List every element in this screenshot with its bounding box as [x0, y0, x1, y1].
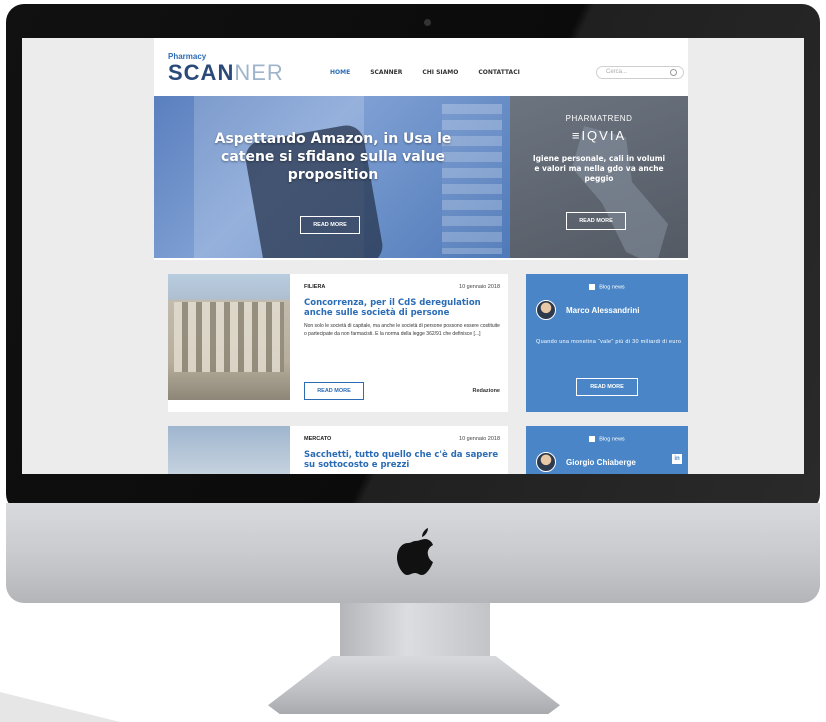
- blog-tag-label: Blog news: [599, 284, 625, 291]
- search-input[interactable]: Cerca...: [596, 66, 684, 79]
- article-date: 10 gennaio 2018: [459, 284, 500, 290]
- iqvia-logo: ≡IQVIA: [571, 128, 627, 143]
- article-date: 10 gennaio 2018: [459, 436, 500, 442]
- article-card: FILIERA 10 gennaio 2018 Concorrenza, per…: [168, 274, 508, 412]
- hero-main-article[interactable]: Aspettando Amazon, in Usa le catene si s…: [154, 96, 510, 258]
- pharmatrend-label: PHARMATREND: [565, 114, 633, 123]
- hero-side-article[interactable]: PHARMATREND ≡IQVIA Igiene personale, cal…: [510, 96, 688, 258]
- blog-square-icon: [589, 284, 596, 290]
- article-title[interactable]: Concorrenza, per il CdS deregulation anc…: [304, 298, 500, 318]
- main-nav: HOME SCANNER CHI SIAMO CONTATTACI: [330, 69, 520, 76]
- hero-section: Aspettando Amazon, in Usa le catene si s…: [154, 96, 688, 258]
- hero-read-more-button[interactable]: READ MORE: [300, 216, 360, 234]
- article-card: MERCATO 10 gennaio 2018 Sacchetti, tutto…: [168, 426, 508, 474]
- camera-icon: [424, 19, 431, 26]
- blog-read-more-button[interactable]: READ MORE: [576, 378, 638, 396]
- blog-quote[interactable]: Quando una monetina “vale” più di 30 mil…: [536, 338, 682, 346]
- hero-side-read-more-button[interactable]: READ MORE: [566, 212, 626, 230]
- site-logo[interactable]: SCANNER: [168, 60, 284, 86]
- content-area: FILIERA 10 gennaio 2018 Concorrenza, per…: [154, 260, 688, 474]
- logo-light: NER: [234, 60, 284, 85]
- article-category[interactable]: MERCATO: [304, 436, 331, 442]
- avatar: [536, 452, 556, 472]
- search-icon[interactable]: [670, 69, 677, 76]
- article-excerpt: Non solo le società di capitale, ma anch…: [304, 323, 500, 337]
- imac-base: [268, 656, 560, 714]
- blog-tag-label: Blog news: [599, 436, 625, 443]
- article-thumbnail[interactable]: [168, 426, 290, 474]
- logo-main: SCAN: [168, 60, 235, 85]
- imac-stand: [340, 603, 490, 663]
- building-columns-image: [174, 302, 284, 372]
- nav-home[interactable]: HOME: [330, 69, 350, 76]
- nav-chi-siamo[interactable]: CHI SIAMO: [422, 69, 458, 76]
- blog-card: Blog news Giorgio Chiaberge in: [526, 426, 688, 474]
- nav-contattaci[interactable]: CONTATTACI: [478, 69, 519, 76]
- site-header: Pharmacy SCANNER HOME SCANNER CHI SIAMO …: [154, 38, 688, 94]
- hero-side-title[interactable]: Igiene personale, cali in volumi e valor…: [510, 154, 688, 184]
- website: Pharmacy SCANNER HOME SCANNER CHI SIAMO …: [154, 38, 688, 474]
- imac-screen: Pharmacy SCANNER HOME SCANNER CHI SIAMO …: [22, 38, 804, 474]
- article-read-more-button[interactable]: READ MORE: [304, 382, 364, 400]
- background-shadow: [0, 692, 120, 722]
- blog-tag: Blog news: [526, 436, 688, 442]
- avatar: [536, 300, 556, 320]
- article-thumbnail[interactable]: [168, 274, 290, 400]
- article-author: Redazione: [472, 388, 500, 394]
- apple-logo-icon: [397, 528, 433, 575]
- article-category[interactable]: FILIERA: [304, 284, 325, 290]
- blog-author-name[interactable]: Marco Alessandrini: [566, 306, 640, 315]
- italy-map-image: [572, 126, 668, 258]
- article-title[interactable]: Sacchetti, tutto quello che c'è da saper…: [304, 450, 500, 470]
- blog-tag: Blog news: [526, 284, 688, 290]
- blog-card: Blog news Marco Alessandrini Quando una …: [526, 274, 688, 412]
- search-placeholder: Cerca...: [606, 69, 628, 75]
- blog-author-name[interactable]: Giorgio Chiaberge: [566, 458, 636, 467]
- linkedin-icon[interactable]: in: [672, 454, 682, 464]
- nav-scanner[interactable]: SCANNER: [370, 69, 402, 76]
- hero-main-title[interactable]: Aspettando Amazon, in Usa le catene si s…: [198, 130, 468, 184]
- blog-square-icon: [589, 436, 596, 442]
